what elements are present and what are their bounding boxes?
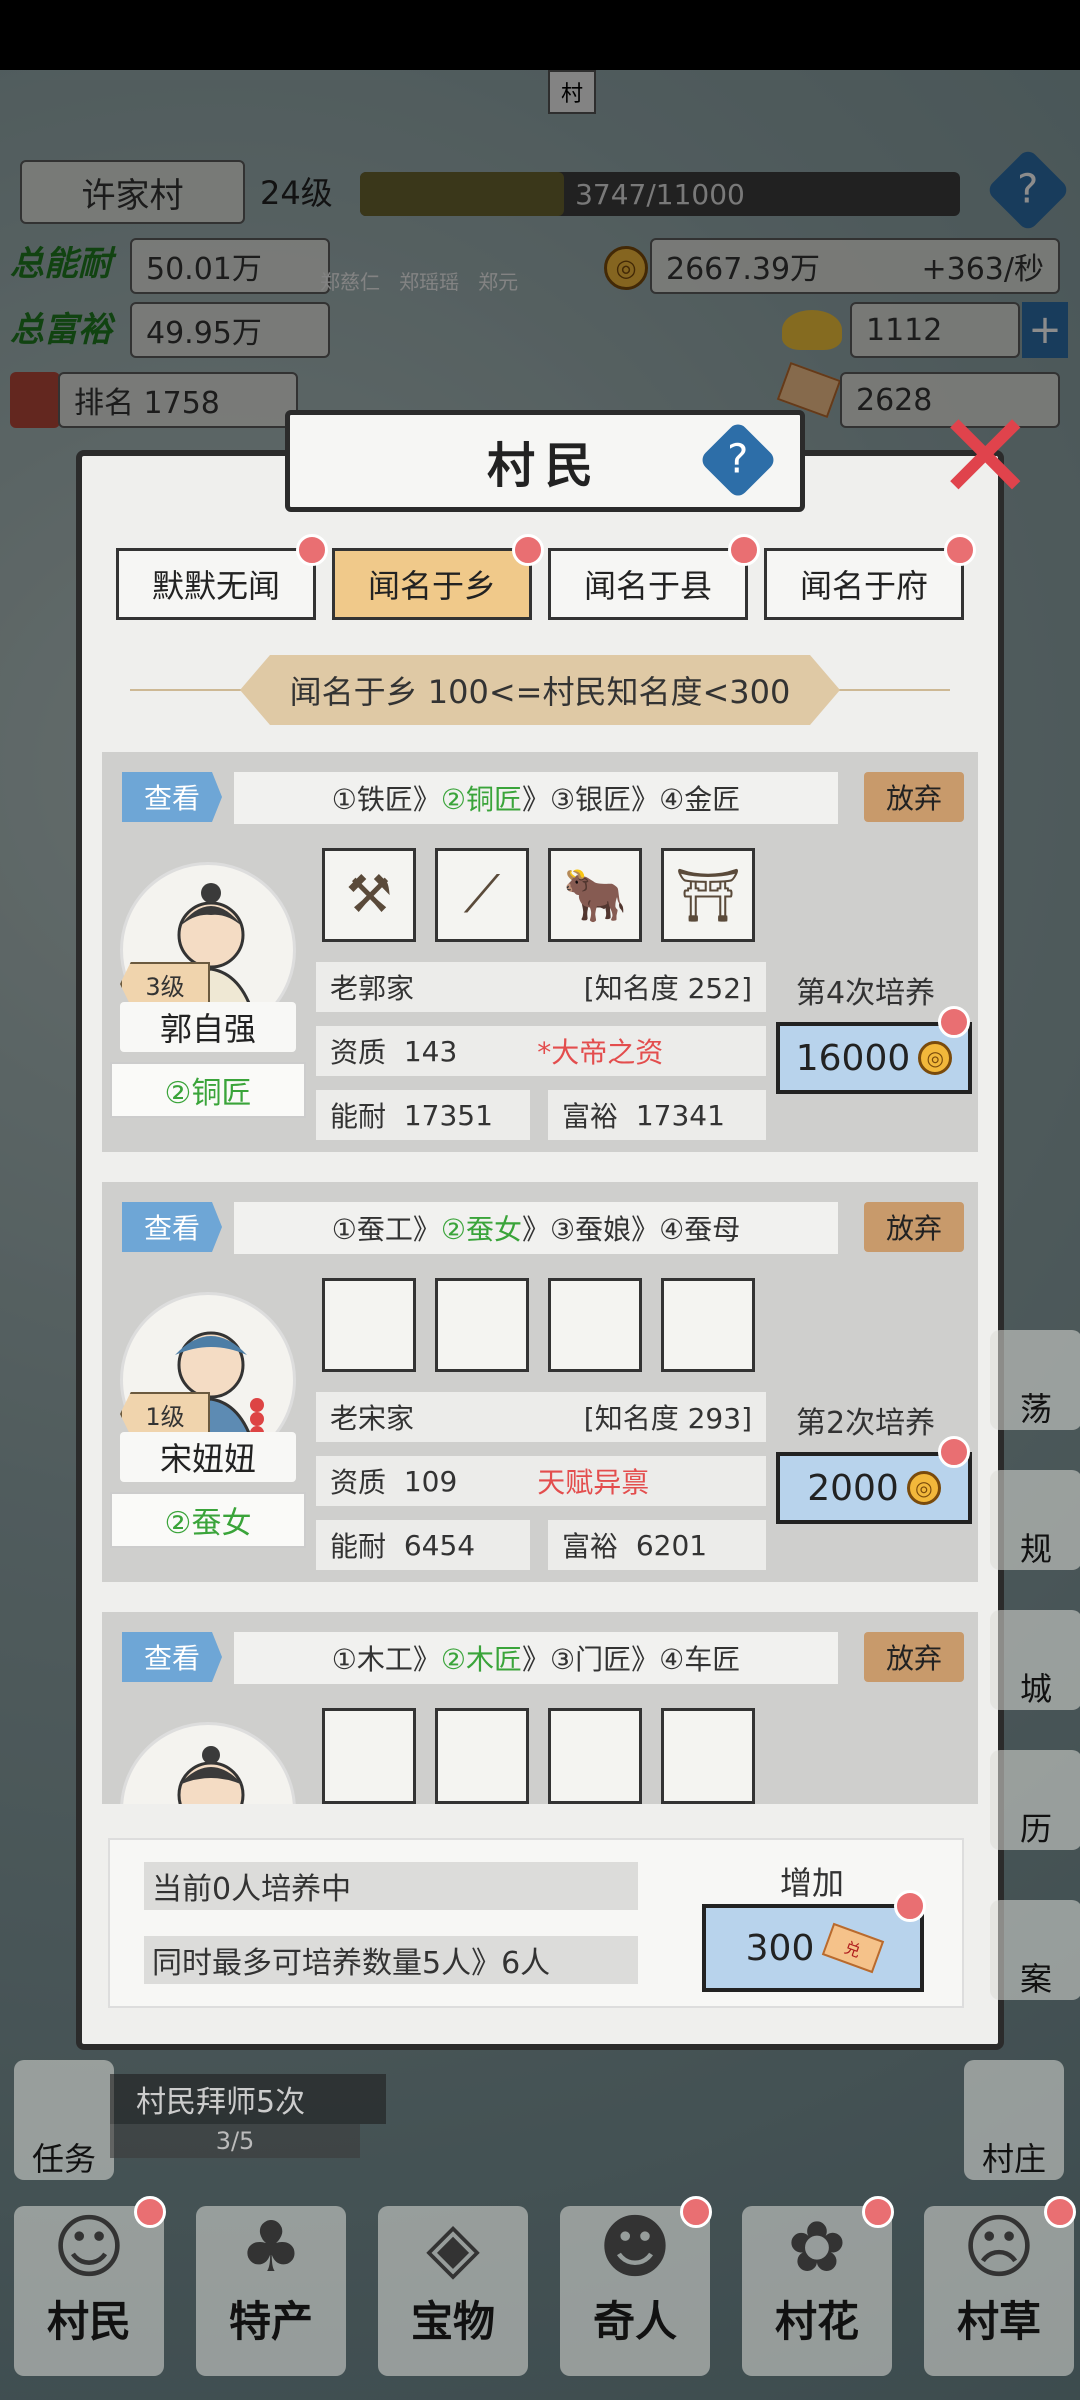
tab-township[interactable]: 闻名于乡 [332, 548, 532, 620]
tool-slot-empty[interactable] [548, 1278, 642, 1372]
tool-slot[interactable]: ⚒ [322, 848, 416, 942]
quest-button[interactable]: 任务 [14, 2060, 114, 2180]
career-path: ①蚕工》 ②蚕女》 ③蚕娘》 ④蚕母 [234, 1202, 838, 1254]
close-icon[interactable]: ✕ [935, 398, 1036, 518]
tool-slot-empty[interactable] [322, 1278, 416, 1372]
tool-slot-empty[interactable] [661, 1278, 755, 1372]
villager-job: ②铜匠 [110, 1062, 306, 1118]
bottom-nav: ☺ 村民 ♣ 特产 ◈ 宝物 ☻ 奇人 ✿ 村花 ☹ 村草 [0, 2196, 1080, 2400]
view-button[interactable]: 查看 [122, 772, 222, 822]
tool-slot-empty[interactable] [548, 1708, 642, 1804]
quest-progress: 3/5 [110, 2124, 360, 2158]
chisel-icon: ⟋ [463, 864, 501, 925]
grain-sack-icon: ♣ [239, 2206, 303, 2288]
village-button[interactable]: 村庄 [964, 2060, 1064, 2180]
wealth-row: 富裕 17341 [548, 1090, 766, 1140]
tool-slot-empty[interactable] [435, 1708, 529, 1804]
aptitude-row: 资质 143 *大帝之资 [316, 1026, 766, 1076]
ability-row: 能耐 17351 [316, 1090, 530, 1140]
villager-job: ②蚕女 [110, 1492, 306, 1548]
tab-notification-dot [512, 534, 544, 566]
view-button[interactable]: 查看 [122, 1202, 222, 1252]
level-badge: 1级 [120, 1392, 210, 1436]
tab-unknown[interactable]: 默默无闻 [116, 548, 316, 620]
nav-notification-dot [680, 2196, 712, 2228]
nav-talents[interactable]: ☻ 奇人 [560, 2206, 710, 2376]
nav-villagers[interactable]: ☺ 村民 [14, 2206, 164, 2376]
increase-button[interactable]: 300 兑 [702, 1904, 924, 1992]
nav-notification-dot [134, 2196, 166, 2228]
villager-name: 郭自强 [120, 1002, 296, 1052]
aptitude-row: 资质 109 天赋异禀 [316, 1456, 766, 1506]
tab-notification-dot [728, 534, 760, 566]
training-now: 当前0人培养中 [144, 1862, 638, 1910]
wealth-row: 富裕 6201 [548, 1520, 766, 1570]
status-bar [0, 0, 1080, 70]
abandon-button[interactable]: 放弃 [864, 772, 964, 822]
side-button[interactable]: 规 [990, 1470, 1080, 1570]
nav-treasures[interactable]: ◈ 宝物 [378, 2206, 528, 2376]
ox-icon: 🐂 [562, 865, 628, 926]
view-button[interactable]: 查看 [122, 1632, 222, 1682]
talent-label: *大帝之资 [537, 1036, 664, 1069]
abandon-button[interactable]: 放弃 [864, 1632, 964, 1682]
tab-prefecture[interactable]: 闻名于府 [764, 548, 964, 620]
tab-notification-dot [296, 534, 328, 566]
nav-village-beauty[interactable]: ✿ 村花 [742, 2206, 892, 2376]
increase-label: 增加 [780, 1864, 845, 1902]
nav-notification-dot [1044, 2196, 1076, 2228]
career-path: ①木工》 ②木匠》 ③门匠》 ④车匠 [234, 1632, 838, 1684]
hoe-icon: ⚒ [345, 865, 393, 925]
train-count: 第4次培养 [796, 976, 936, 1011]
ticket-icon: 兑 [822, 1922, 885, 1974]
treasure-icon: ◈ [426, 2206, 480, 2288]
train-notification-dot [938, 1006, 970, 1038]
avatar[interactable] [120, 1722, 296, 1804]
train-count: 第2次培养 [796, 1406, 936, 1441]
nav-village-hunk[interactable]: ☹ 村草 [924, 2206, 1074, 2376]
tool-slot[interactable]: 🐂 [548, 848, 642, 942]
tool-slot-empty[interactable] [322, 1708, 416, 1804]
talent-label: 天赋异禀 [537, 1466, 650, 1499]
increase-notification-dot [894, 1890, 926, 1922]
family-row: 老宋家 [知名度 293] [316, 1392, 766, 1442]
bronze-ding-icon: ⛩ [674, 865, 741, 926]
rank-banner: 闻名于乡 100<=村民知名度<300 [240, 655, 840, 725]
abandon-button[interactable]: 放弃 [864, 1202, 964, 1252]
coin-icon: ◎ [918, 1041, 953, 1075]
tool-slot-empty[interactable] [661, 1708, 755, 1804]
career-path: ①铁匠》 ②铜匠》 ③银匠》 ④金匠 [234, 772, 838, 824]
side-button[interactable]: 城 [990, 1610, 1080, 1710]
max-training: 同时最多可培养数量5人》6人 [144, 1936, 638, 1984]
quest-text: 村民拜师5次 [110, 2074, 386, 2124]
ability-row: 能耐 6454 [316, 1520, 530, 1570]
tool-slot[interactable]: ⟋ [435, 848, 529, 942]
side-button[interactable]: 荡 [990, 1330, 1080, 1430]
tool-slot[interactable]: ⛩ [661, 848, 755, 942]
side-button[interactable]: 历 [990, 1750, 1080, 1850]
tool-slot-empty[interactable] [435, 1278, 529, 1372]
tab-notification-dot [944, 534, 976, 566]
nav-notification-dot [862, 2196, 894, 2228]
side-button[interactable]: 案 [990, 1900, 1080, 2000]
coin-icon: ◎ [906, 1471, 941, 1505]
level-badge: 3级 [120, 962, 210, 1006]
villager-name: 宋妞妞 [120, 1432, 296, 1482]
tab-county[interactable]: 闻名于县 [548, 548, 748, 620]
family-row: 老郭家 [知名度 252] [316, 962, 766, 1012]
train-notification-dot [938, 1436, 970, 1468]
nav-specialties[interactable]: ♣ 特产 [196, 2206, 346, 2376]
